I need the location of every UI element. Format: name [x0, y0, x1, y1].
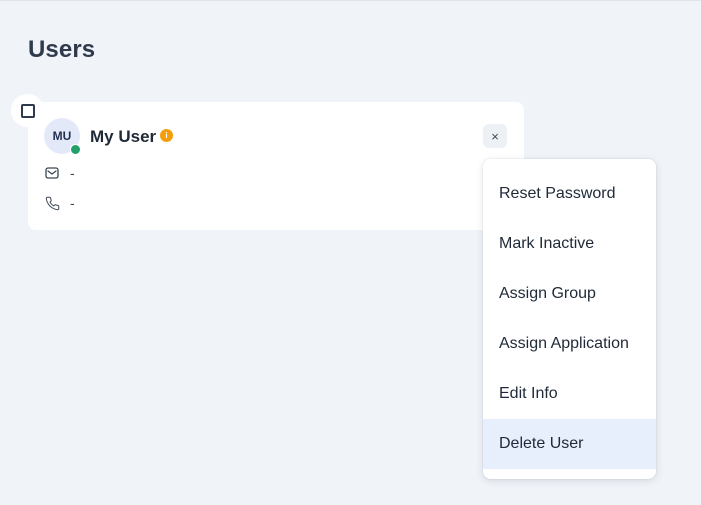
- select-checkbox-wrapper: [11, 94, 44, 127]
- online-status-dot: [70, 144, 81, 155]
- menu-item-assign-group[interactable]: Assign Group: [483, 269, 656, 319]
- avatar: MU: [44, 118, 81, 155]
- email-row: -: [44, 165, 75, 181]
- email-value: -: [70, 165, 75, 181]
- menu-item-edit-info[interactable]: Edit Info: [483, 369, 656, 419]
- info-icon[interactable]: i: [160, 129, 173, 142]
- top-divider: [0, 0, 701, 1]
- avatar-initials: MU: [52, 129, 72, 143]
- close-icon: ×: [491, 128, 499, 144]
- user-name: My User: [90, 127, 157, 146]
- page-title: Users: [28, 36, 96, 63]
- menu-item-mark-inactive[interactable]: Mark Inactive: [483, 219, 656, 269]
- menu-item-assign-application[interactable]: Assign Application: [483, 319, 656, 369]
- user-card: MU My User i × - -: [28, 102, 524, 230]
- checkbox-icon[interactable]: [21, 104, 35, 118]
- close-menu-button[interactable]: ×: [483, 124, 507, 148]
- menu-item-delete-user[interactable]: Delete User: [483, 419, 656, 469]
- phone-icon: [44, 195, 60, 211]
- info-icon-glyph: i: [165, 130, 168, 140]
- phone-row: -: [44, 195, 75, 211]
- menu-item-reset-password[interactable]: Reset Password: [483, 169, 656, 219]
- user-actions-menu: Reset Password Mark Inactive Assign Grou…: [483, 159, 656, 479]
- mail-icon: [44, 165, 60, 181]
- phone-value: -: [70, 195, 75, 211]
